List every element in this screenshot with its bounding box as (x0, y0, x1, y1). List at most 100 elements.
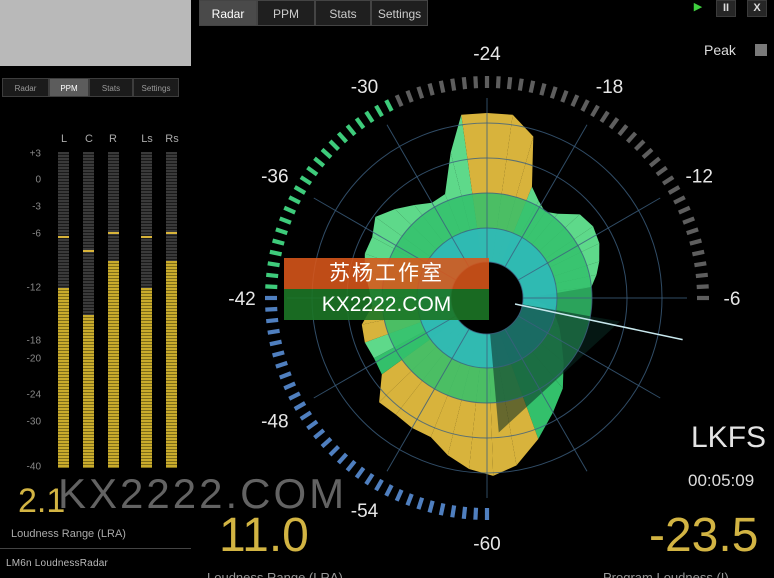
unit-label: LKFS (691, 421, 767, 454)
ring-segment (528, 80, 536, 94)
ring-segment (655, 165, 668, 177)
scale-label: 0 (35, 174, 41, 186)
divider (0, 548, 191, 549)
ring-segment (691, 249, 705, 257)
ring-segment (405, 493, 414, 507)
ring-segment (384, 484, 394, 497)
channel-label-l: L (60, 133, 68, 145)
meter-ls (141, 152, 152, 468)
scale-label: -12 (26, 282, 41, 294)
ring-segment (549, 86, 558, 99)
ring-segment (570, 94, 580, 108)
ring-segment (345, 124, 357, 137)
ring-segment (686, 227, 699, 236)
ring-segment (354, 117, 366, 130)
ring-segment (336, 452, 349, 465)
ring-segment (272, 350, 285, 358)
peak-hold (83, 250, 94, 253)
watermark-overlay: KX2222.COM (58, 470, 348, 517)
tab-ppm-small[interactable]: PPM (49, 78, 89, 97)
ring-segment (313, 156, 326, 168)
ring-segment (364, 110, 375, 124)
ring-segment (427, 83, 435, 96)
ring-segment (694, 261, 707, 268)
lra-label: Loudness Range (LRA) (207, 570, 343, 578)
ring-segment (427, 500, 435, 513)
program-loudness-value: -23.5 (649, 509, 759, 562)
scale-label: -18 (26, 335, 41, 347)
peak-hold (108, 232, 119, 235)
ring-segment (580, 99, 590, 112)
brand-label: LM6n LoudnessRadar (6, 558, 108, 569)
ring-segment (495, 76, 501, 89)
ring-segment (306, 419, 319, 431)
ppm-tab-bar: Radar PPM Stats Settings (2, 78, 179, 97)
ring-segment (272, 238, 285, 246)
ring-label: -18 (596, 77, 623, 98)
ring-segment (461, 76, 468, 90)
ring-segment (625, 131, 638, 144)
ring-label: -48 (261, 412, 288, 433)
scale-label: +3 (29, 148, 41, 160)
scale-label: -40 (26, 461, 41, 473)
ring-label: -6 (724, 289, 741, 310)
ring-segment (450, 505, 457, 518)
ring-segment (283, 205, 297, 215)
ring-segment (345, 459, 357, 472)
peak-hold (58, 235, 69, 238)
ring-segment (634, 139, 646, 151)
ring-label: -24 (473, 44, 501, 65)
ring-segment (320, 147, 333, 160)
ring-segment (278, 216, 292, 225)
tab-radar-small[interactable]: Radar (2, 78, 49, 97)
ring-segment (438, 80, 446, 94)
peak-hold (166, 232, 177, 235)
ring-segment (299, 175, 313, 186)
meter-l (58, 152, 69, 468)
ring-segment (384, 99, 394, 112)
meter-fill (58, 288, 69, 468)
scale-label: -20 (26, 353, 41, 365)
meter-fill (166, 261, 177, 468)
ring-segment (608, 117, 620, 130)
left-header-area (0, 0, 191, 66)
ring-segment (278, 371, 292, 380)
ring-segment (667, 185, 681, 195)
ring-segment (288, 195, 301, 205)
peak-hold (141, 235, 152, 238)
ring-segment (275, 360, 288, 369)
ring-segment (696, 284, 709, 290)
ring-segment (394, 488, 404, 502)
ring-label: -30 (351, 77, 378, 98)
ring-segment (269, 249, 283, 257)
ring-segment (283, 381, 297, 391)
ring-segment (473, 76, 479, 89)
ring-segment (267, 261, 280, 268)
ring-segment (648, 156, 661, 168)
ring-segment (539, 83, 547, 96)
scale-label: -3 (32, 201, 41, 213)
ring-segment (293, 401, 307, 411)
watermark-banner-bottom: KX2222.COM (284, 289, 489, 320)
meter-r (108, 152, 119, 468)
scale-label: -24 (26, 389, 41, 401)
ring-segment (265, 272, 279, 279)
ring-segment (394, 94, 404, 108)
channel-label-ls: Ls (141, 133, 153, 145)
tab-settings-small[interactable]: Settings (133, 78, 179, 97)
ring-label: -36 (261, 167, 288, 188)
ring-segment (673, 195, 686, 205)
scale-label: -6 (32, 228, 41, 240)
ring-segment (473, 507, 479, 520)
ring-segment (506, 76, 513, 90)
tab-stats-small[interactable]: Stats (89, 78, 133, 97)
ring-label: -54 (351, 501, 379, 522)
ring-segment (299, 410, 313, 421)
ring-segment (641, 147, 654, 160)
ring-segment (336, 131, 349, 144)
ring-segment (288, 391, 301, 401)
meter-fill (83, 314, 94, 468)
ring-segment (320, 436, 333, 449)
ring-segment (617, 124, 629, 137)
ring-segment (354, 466, 366, 479)
